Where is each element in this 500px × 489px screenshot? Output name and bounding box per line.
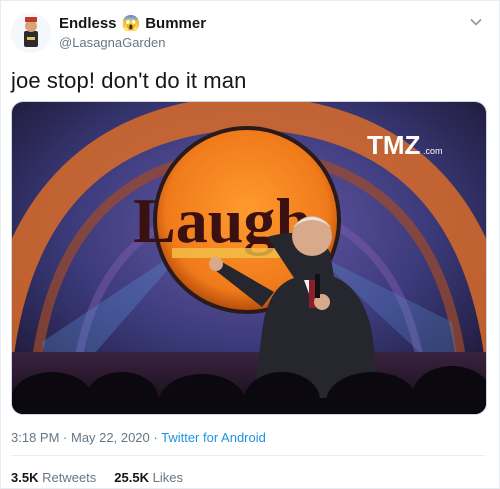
meta-separator: · (59, 430, 71, 445)
tweet-source-link[interactable]: Twitter for Android (161, 430, 266, 445)
tweet-stats: 3.5K Retweets 25.5K Likes (11, 470, 183, 485)
tweet-card: Endless 😱 Bummer @LasagnaGarden joe stop… (0, 0, 500, 489)
stage-photo: Laugh TMZ .com (12, 102, 486, 414)
chevron-down-icon[interactable] (469, 15, 483, 29)
display-name-part2: Bummer (145, 15, 207, 32)
meta-separator: · (149, 430, 162, 445)
retweets-label: Retweets (42, 470, 97, 485)
tweet-meta: 3:18 PM · May 22, 2020 · Twitter for And… (11, 430, 266, 445)
display-name-part1: Endless (59, 15, 117, 32)
divider (11, 455, 485, 456)
avatar[interactable] (11, 13, 51, 53)
likes-count: 25.5K (114, 470, 149, 485)
likes-label: Likes (152, 470, 183, 485)
tmz-watermark: TMZ (367, 130, 421, 160)
likes-stat[interactable]: 25.5K Likes (114, 470, 183, 485)
tweet-time[interactable]: 3:18 PM (11, 430, 59, 445)
tweet-media-image[interactable]: Laugh TMZ .com (11, 101, 487, 415)
retweets-stat[interactable]: 3.5K Retweets (11, 470, 96, 485)
retweets-count: 3.5K (11, 470, 39, 485)
tweet-text: joe stop! don't do it man (11, 68, 247, 93)
scream-emoji-icon: 😱 (121, 15, 141, 32)
user-handle[interactable]: @LasagnaGarden (59, 35, 165, 50)
tmz-watermark-suffix: .com (423, 146, 443, 156)
tweet-date[interactable]: May 22, 2020 (71, 430, 150, 445)
avatar-image (11, 13, 51, 53)
display-name[interactable]: Endless 😱 Bummer (59, 15, 206, 32)
